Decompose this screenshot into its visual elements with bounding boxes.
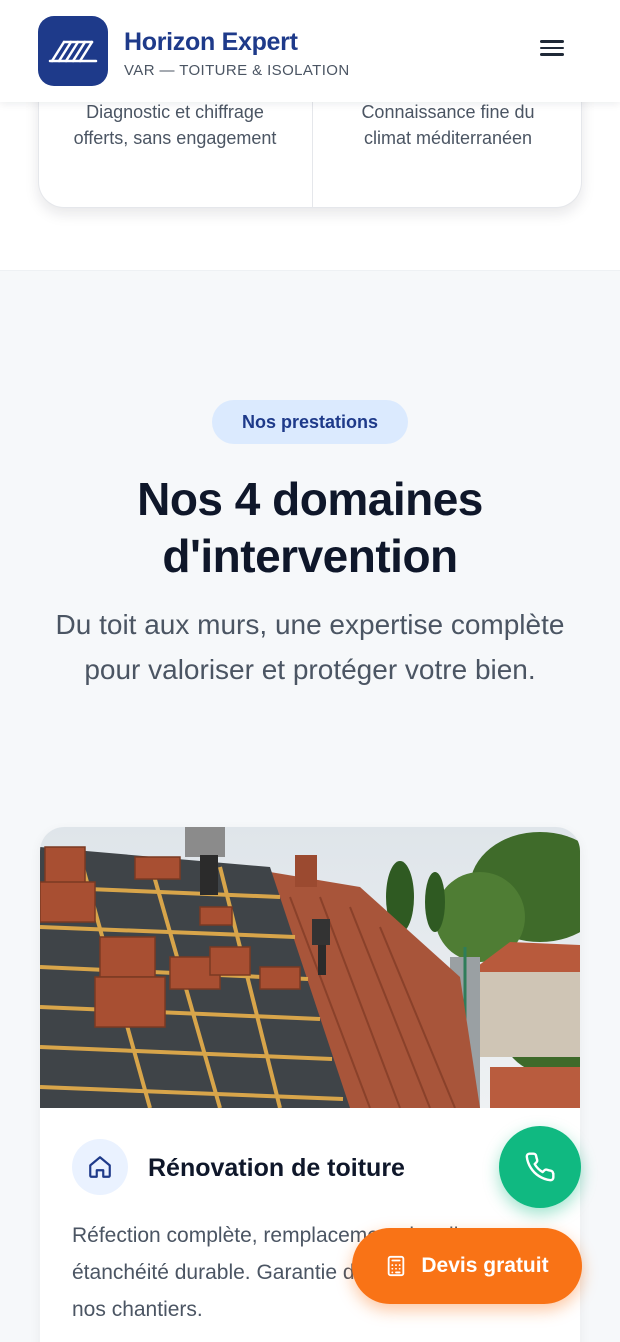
feature-local-climate: Connaissance fine du climat méditerranée…: [361, 102, 535, 148]
brand-name[interactable]: Horizon Expert: [124, 28, 298, 57]
roof-renovation-image: [40, 827, 580, 1108]
hamburger-menu-icon[interactable]: [538, 36, 568, 66]
brand-subtitle: VAR — TOITURE & ISOLATION: [124, 62, 350, 79]
feature-free-diagnostic: Diagnostic et chiffrage offerts, sans en…: [73, 102, 277, 148]
roof-logo-icon: [48, 40, 98, 63]
home-icon-wrapper: [72, 1139, 128, 1195]
card-title: Rénovation de toiture: [148, 1154, 405, 1182]
section-title: Nos 4 domaines d'intervention: [137, 473, 483, 582]
phone-icon: [525, 1152, 555, 1182]
free-quote-button[interactable]: Devis gratuit: [352, 1228, 582, 1304]
call-button[interactable]: [499, 1126, 581, 1208]
home-icon: [89, 1156, 111, 1178]
calculator-icon: [388, 1255, 405, 1277]
section-description: Du toit aux murs, une expertise complète…: [55, 609, 565, 685]
site-header: Horizon Expert VAR — TOITURE & ISOLATION: [0, 0, 620, 102]
section-badge: Nos prestations: [212, 400, 408, 444]
brand-logo[interactable]: [38, 16, 108, 86]
free-quote-label: Devis gratuit: [421, 1254, 549, 1277]
